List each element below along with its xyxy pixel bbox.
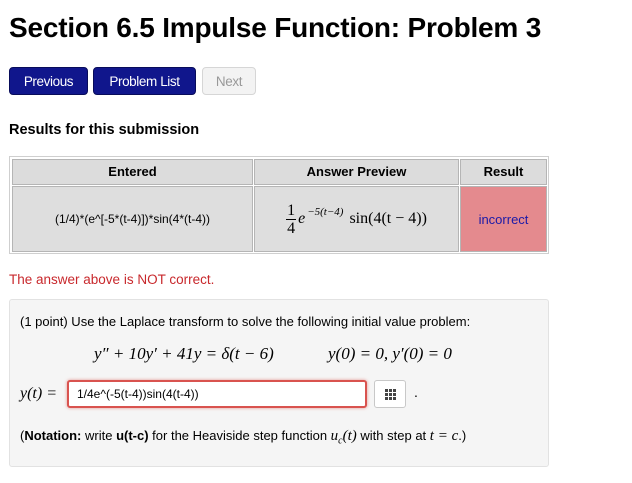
notation-text: with step at	[356, 428, 430, 443]
preview-e: e	[298, 210, 306, 227]
answer-period: .	[414, 384, 418, 400]
notation-text: write	[81, 428, 117, 443]
status-message: The answer above is NOT correct.	[9, 272, 215, 287]
next-button[interactable]: Next	[202, 67, 256, 95]
notation-bold: Notation:	[24, 428, 82, 443]
result-cell: incorrect	[460, 186, 547, 252]
notation-text: for the Heaviside step function	[148, 428, 331, 443]
preview-fraction: 1 4	[286, 201, 297, 237]
preview-exponent: −5(t−4)	[307, 206, 344, 218]
answer-label: y(t) =	[20, 385, 57, 402]
column-header-result: Result	[460, 159, 547, 185]
notation-close: .)	[458, 428, 467, 443]
previous-button[interactable]: Previous	[9, 67, 88, 95]
fraction-denominator: 4	[287, 219, 296, 237]
notation-code: u(t-c)	[116, 428, 149, 443]
math-keyboard-button[interactable]	[374, 380, 406, 408]
notation-math: (t)	[342, 428, 357, 444]
initial-conditions: y(0) = 0, y′(0) = 0	[328, 344, 452, 363]
answer-preview-math: 1 4 e −5(t−4) sin(4(t − 4))	[286, 202, 427, 237]
entered-answer-cell: (1/4)*(e^[-5*(t-4)])*sin(4*(t-4))	[12, 186, 253, 252]
grid-icon	[384, 388, 396, 400]
notation-hint: (Notation: write u(t-c) for the Heavisid…	[20, 428, 466, 447]
answer-input[interactable]	[67, 380, 367, 408]
fraction-numerator: 1	[286, 201, 297, 220]
column-header-entered: Entered	[12, 159, 253, 185]
results-heading: Results for this submission	[9, 122, 200, 138]
page-title: Section 6.5 Impulse Function: Problem 3	[9, 12, 542, 43]
results-table: Entered Answer Preview Result (1/4)*(e^[…	[9, 156, 549, 254]
answer-preview-cell: 1 4 e −5(t−4) sin(4(t − 4))	[254, 186, 459, 252]
problem-intro: (1 point) Use the Laplace transform to s…	[20, 314, 471, 329]
problem-box: (1 point) Use the Laplace transform to s…	[9, 299, 549, 467]
problem-equation: y″ + 10y′ + 41y = δ(t − 6)	[94, 344, 274, 363]
problem-list-button[interactable]: Problem List	[93, 67, 196, 95]
notation-math: t = c	[429, 428, 459, 444]
preview-tail: sin(4(t − 4))	[349, 210, 427, 227]
column-header-answer-preview: Answer Preview	[254, 159, 459, 185]
